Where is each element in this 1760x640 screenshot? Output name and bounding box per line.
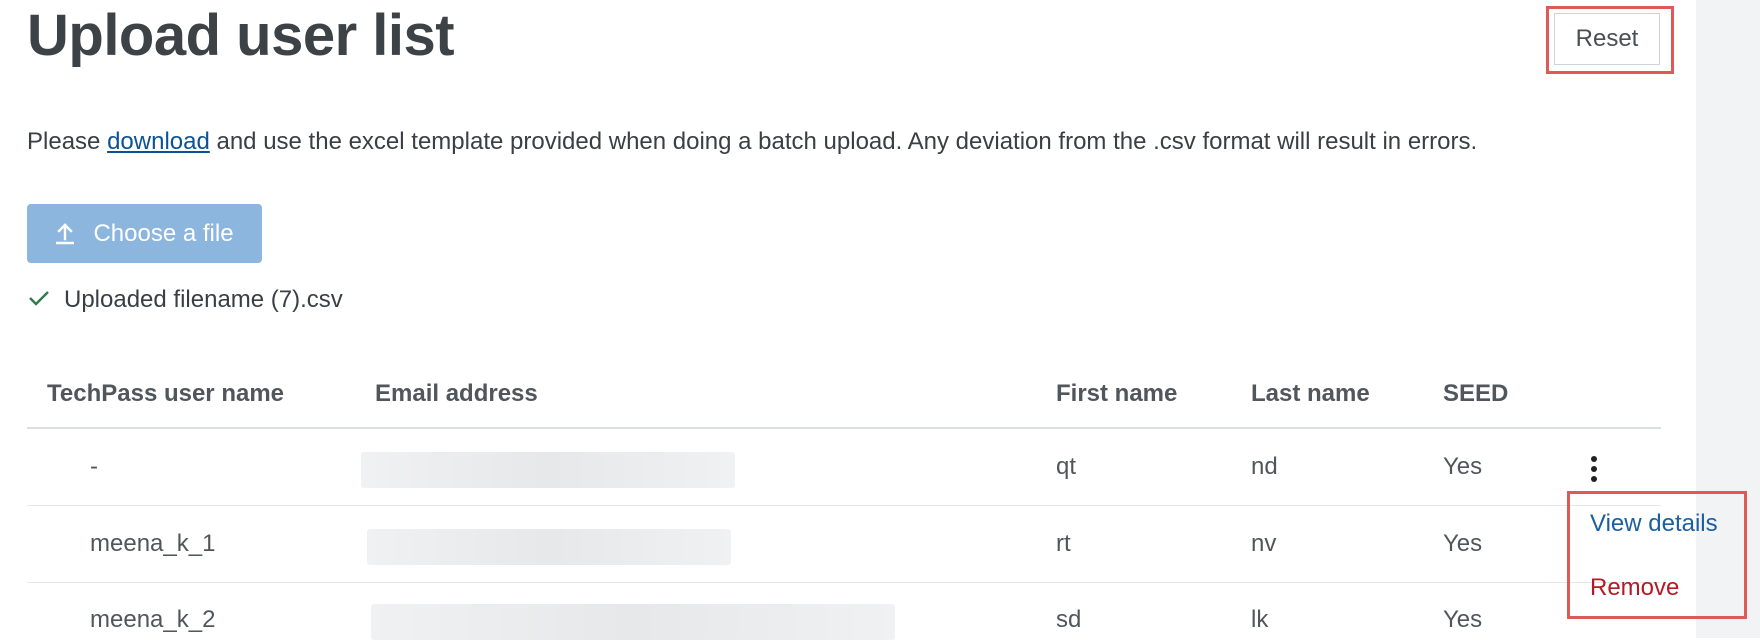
uploaded-filename: Uploaded filename (7).csv [64,286,343,313]
cell-seed: Yes [1443,453,1483,480]
cell-seed: Yes [1443,530,1483,557]
cell-username: meena_k_1 [90,530,216,557]
cell-first-name: qt [1056,453,1077,480]
instructions-after: and use the excel template provided when… [209,128,1478,155]
column-header-email: Email address [375,380,538,407]
row-divider [27,582,1661,583]
email-redacted [361,452,735,488]
email-redacted [371,604,895,640]
kebab-menu-icon[interactable] [1588,456,1600,486]
column-header-seed: SEED [1443,380,1509,407]
column-header-last-name: Last name [1251,380,1370,407]
cell-last-name: nd [1251,453,1278,480]
cell-first-name: rt [1056,530,1071,557]
cell-first-name: sd [1056,606,1082,633]
cell-username: meena_k_2 [90,606,216,633]
reset-button[interactable]: Reset [1554,13,1660,65]
remove-link[interactable]: Remove [1590,574,1679,602]
instructions-text: Please download and use the excel templa… [27,128,1477,156]
cell-last-name: lk [1251,606,1269,633]
email-redacted [367,529,731,565]
check-icon [28,286,50,314]
choose-file-button[interactable]: Choose a file [27,204,262,263]
right-gutter [1696,0,1760,638]
column-header-username: TechPass user name [47,380,285,407]
view-details-link[interactable]: View details [1590,510,1718,538]
header-divider [27,427,1661,429]
instructions-before: Please [27,128,108,155]
cell-seed: Yes [1443,606,1483,633]
page-title: Upload user list [27,3,455,68]
cell-username: - [90,453,98,480]
choose-file-label: Choose a file [93,219,234,247]
upload-icon [55,222,75,245]
download-link[interactable]: download [107,128,210,155]
upload-status: Uploaded filename (7).csv [28,286,343,314]
column-header-first-name: First name [1056,380,1178,407]
row-divider [27,505,1661,506]
cell-last-name: nv [1251,530,1277,557]
